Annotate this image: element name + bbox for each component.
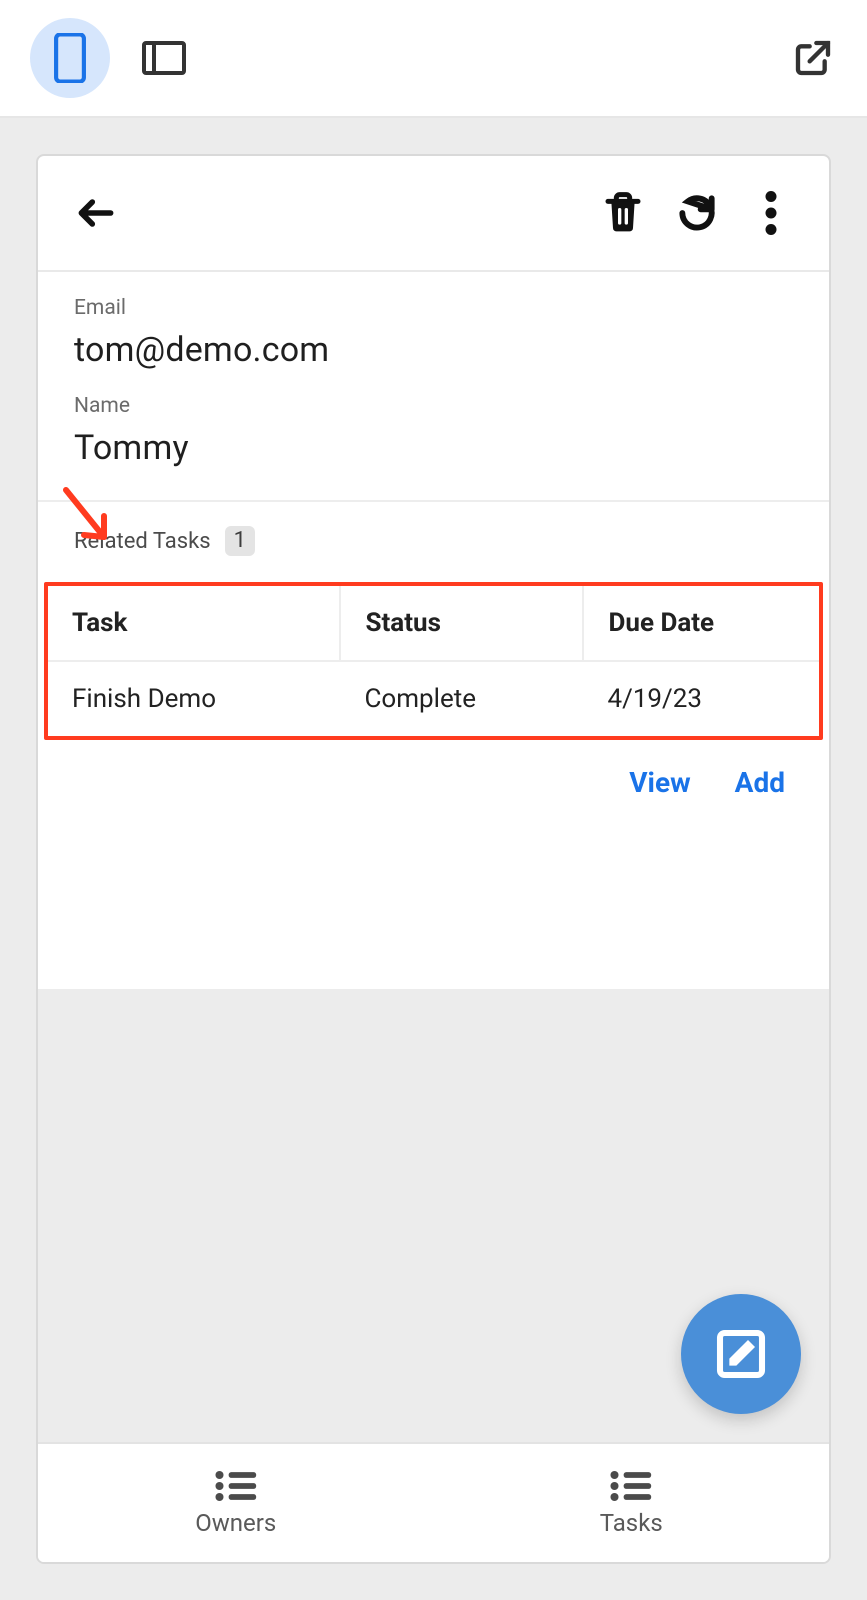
cell-due-date: 4/19/23 <box>583 661 819 736</box>
bottom-nav: Owners Tasks <box>38 1442 829 1562</box>
edit-fab[interactable] <box>681 1294 801 1414</box>
arrow-left-icon <box>74 191 118 235</box>
phone-preview-button[interactable] <box>30 18 110 98</box>
related-tasks-table: Task Status Due Date Finish Demo Complet… <box>48 586 819 736</box>
preview-toolbar <box>0 0 867 118</box>
tablet-icon <box>142 41 186 75</box>
table-row[interactable]: Finish Demo Complete 4/19/23 <box>48 661 819 736</box>
related-tasks-count-badge: 1 <box>225 526 255 556</box>
delete-button[interactable] <box>593 183 653 243</box>
phone-icon <box>53 33 87 83</box>
col-task[interactable]: Task <box>48 586 340 661</box>
refresh-icon <box>675 191 719 235</box>
nav-owners[interactable]: Owners <box>38 1444 434 1562</box>
content-area <box>38 799 829 1442</box>
open-external-icon <box>793 38 833 78</box>
preview-stage: Email tom@demo.com Name Tommy Related Ta… <box>0 118 867 1600</box>
email-value: tom@demo.com <box>74 330 793 370</box>
view-link[interactable]: View <box>629 766 690 799</box>
open-external-button[interactable] <box>789 34 837 82</box>
edit-icon <box>713 1326 769 1382</box>
related-tasks-title: Related Tasks <box>74 529 211 554</box>
content-whitespace <box>38 799 829 989</box>
app-header <box>38 156 829 272</box>
related-tasks-table-highlight: Task Status Due Date Finish Demo Complet… <box>44 582 823 740</box>
refresh-button[interactable] <box>667 183 727 243</box>
content-gray-fill <box>38 989 829 1442</box>
related-tasks-actions: View Add <box>66 740 801 799</box>
col-status[interactable]: Status <box>340 586 583 661</box>
nav-tasks[interactable]: Tasks <box>434 1444 830 1562</box>
name-field: Name Tommy <box>74 394 793 468</box>
name-value: Tommy <box>74 428 793 468</box>
table-header-row: Task Status Due Date <box>48 586 819 661</box>
list-icon <box>609 1469 653 1503</box>
col-due-date[interactable]: Due Date <box>583 586 819 661</box>
list-icon <box>214 1469 258 1503</box>
name-label: Name <box>74 394 793 418</box>
cell-status: Complete <box>340 661 583 736</box>
email-label: Email <box>74 296 793 320</box>
cell-task: Finish Demo <box>48 661 340 736</box>
more-vertical-icon <box>765 191 777 235</box>
nav-owners-label: Owners <box>195 1509 276 1537</box>
related-tasks-header: Related Tasks 1 <box>66 526 801 556</box>
nav-tasks-label: Tasks <box>600 1509 663 1537</box>
email-field: Email tom@demo.com <box>74 296 793 370</box>
related-tasks-section: Related Tasks 1 Task Status Due Date Fin <box>38 502 829 799</box>
detail-fields: Email tom@demo.com Name Tommy <box>38 272 829 502</box>
trash-icon <box>603 191 643 235</box>
add-link[interactable]: Add <box>735 766 785 799</box>
more-menu-button[interactable] <box>741 183 801 243</box>
tablet-preview-button[interactable] <box>140 34 188 82</box>
phone-card: Email tom@demo.com Name Tommy Related Ta… <box>36 154 831 1564</box>
back-button[interactable] <box>66 183 126 243</box>
